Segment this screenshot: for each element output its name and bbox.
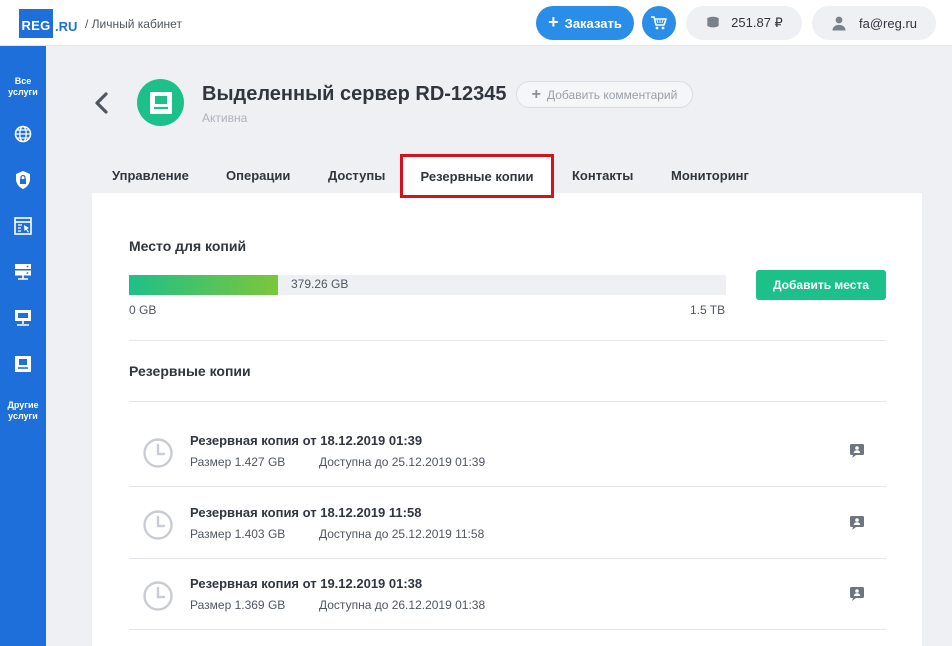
lock-shield-icon[interactable] bbox=[13, 170, 33, 190]
coins-icon bbox=[706, 16, 720, 29]
order-button[interactable]: + Заказать bbox=[536, 6, 634, 40]
tab-management[interactable]: Управление bbox=[112, 168, 189, 183]
plus-icon: + bbox=[531, 85, 541, 103]
top-header: REG .RU / Личный кабинет + Заказать 251.… bbox=[0, 0, 952, 46]
tab-operations[interactable]: Операции bbox=[226, 168, 290, 183]
dedicated-server-icon bbox=[149, 91, 172, 114]
backups-section-title: Резервные копии bbox=[129, 363, 251, 379]
status-text: Активна bbox=[202, 111, 248, 125]
regru-logo[interactable]: REG .RU bbox=[19, 9, 77, 38]
user-email: fa@reg.ru bbox=[859, 15, 917, 31]
divider bbox=[129, 629, 886, 630]
storage-max-label: 1.5 TB bbox=[690, 303, 726, 317]
logo-suffix: .RU bbox=[55, 19, 78, 34]
sidebar-item-all-services[interactable]: Все услуги bbox=[0, 76, 46, 98]
add-comment-button[interactable]: + Добавить комментарий bbox=[516, 81, 693, 108]
backup-size: Размер 1.427 GB bbox=[190, 455, 286, 469]
backup-size: Размер 1.403 GB bbox=[190, 527, 286, 541]
storage-progress-bar bbox=[129, 275, 726, 295]
backup-available-until: Доступна до 26.12.2019 01:38 bbox=[319, 598, 486, 612]
storage-section-title: Место для копий bbox=[129, 238, 247, 254]
restore-icon[interactable] bbox=[849, 515, 865, 531]
balance-amount: 251.87 ₽ bbox=[731, 15, 783, 30]
sidebar-label-line: услуги bbox=[8, 87, 38, 97]
dedicated-server-icon[interactable] bbox=[13, 354, 33, 374]
backup-title: Резервная копия от 19.12.2019 01:38 bbox=[190, 576, 423, 591]
backup-size: Размер 1.369 GB bbox=[190, 598, 286, 612]
back-arrow-icon[interactable] bbox=[94, 92, 110, 114]
globe-icon[interactable] bbox=[13, 124, 33, 144]
sidebar-item-other-services[interactable]: Другие услуги bbox=[0, 400, 46, 422]
user-menu[interactable]: fa@reg.ru bbox=[812, 6, 936, 40]
breadcrumb[interactable]: / Личный кабинет bbox=[85, 17, 182, 31]
user-icon bbox=[832, 16, 846, 31]
order-button-label: Заказать bbox=[564, 15, 622, 31]
backup-available-until: Доступна до 25.12.2019 01:39 bbox=[319, 455, 486, 469]
divider bbox=[129, 340, 886, 341]
backup-row[interactable]: Резервная копия от 18.12.2019 11:58 Разм… bbox=[129, 487, 886, 558]
backup-title: Резервная копия от 18.12.2019 01:39 bbox=[190, 433, 423, 448]
logo-box: REG bbox=[19, 9, 53, 38]
cart-icon bbox=[651, 16, 667, 30]
tab-backups[interactable]: Резервные копии bbox=[400, 154, 554, 198]
plus-icon: + bbox=[548, 12, 559, 32]
clock-icon bbox=[143, 581, 173, 611]
sidebar: Все услуги Другие услуги bbox=[0, 46, 46, 646]
backup-available-until: Доступна до 25.12.2019 11:58 bbox=[319, 527, 485, 541]
storage-used-label: 379.26 GB bbox=[291, 277, 349, 291]
clock-icon bbox=[143, 438, 173, 468]
backup-title: Резервная копия от 18.12.2019 11:58 bbox=[190, 505, 422, 520]
server-icon[interactable] bbox=[13, 262, 33, 282]
tab-monitoring[interactable]: Мониторинг bbox=[671, 168, 749, 183]
restore-icon[interactable] bbox=[849, 586, 865, 602]
add-comment-label: Добавить комментарий bbox=[547, 87, 678, 102]
cart-button[interactable] bbox=[642, 6, 676, 40]
storage-progress-fill bbox=[129, 275, 279, 295]
tab-contacts[interactable]: Контакты bbox=[572, 168, 633, 183]
add-space-button[interactable]: Добавить места bbox=[756, 270, 886, 300]
server-avatar bbox=[137, 79, 184, 126]
sidebar-label-line: услуги bbox=[8, 411, 38, 421]
tab-access[interactable]: Доступы bbox=[328, 168, 385, 183]
backup-row[interactable]: Резервная копия от 18.12.2019 01:39 Разм… bbox=[129, 415, 886, 486]
hosting-window-icon[interactable] bbox=[13, 216, 33, 236]
vps-icon[interactable] bbox=[13, 308, 33, 328]
restore-icon[interactable] bbox=[849, 443, 865, 459]
page-title: Выделенный сервер RD-12345 bbox=[202, 83, 507, 105]
balance-button[interactable]: 251.87 ₽ bbox=[686, 6, 802, 40]
sidebar-label-line: Все bbox=[14, 76, 32, 86]
backup-row[interactable]: Резервная копия от 19.12.2019 01:38 Разм… bbox=[129, 558, 886, 629]
storage-min-label: 0 GB bbox=[129, 303, 157, 317]
clock-icon bbox=[143, 510, 173, 540]
sidebar-label-line: Другие bbox=[7, 400, 39, 410]
divider bbox=[129, 401, 886, 402]
backups-panel: Место для копий 379.26 GB 0 GB 1.5 TB До… bbox=[92, 193, 922, 646]
